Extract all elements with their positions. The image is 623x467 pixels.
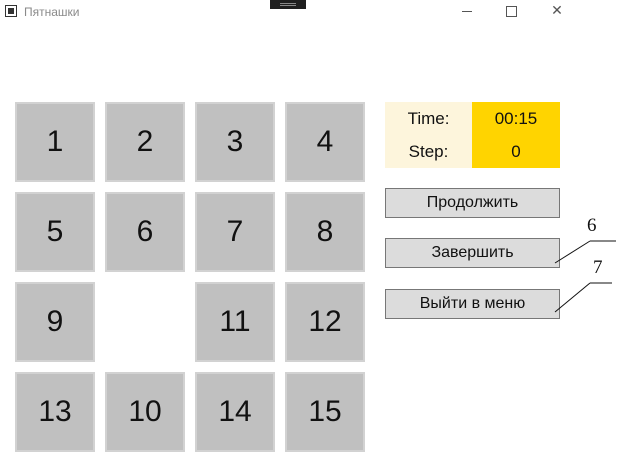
window-title: Пятнашки bbox=[24, 5, 80, 19]
maximize-icon bbox=[505, 5, 517, 17]
puzzle-tile[interactable]: 1 bbox=[15, 102, 95, 182]
puzzle-tile[interactable]: 10 bbox=[105, 372, 185, 452]
puzzle-tile[interactable]: 9 bbox=[15, 282, 95, 362]
step-label: Step: bbox=[385, 135, 472, 168]
puzzle-tile[interactable]: 3 bbox=[195, 102, 275, 182]
puzzle-tile[interactable]: 6 bbox=[105, 192, 185, 272]
continue-button[interactable]: Продолжить bbox=[385, 188, 560, 218]
info-panel: Time: 00:15 Step: 0 bbox=[385, 102, 560, 168]
empty-cell[interactable] bbox=[105, 282, 185, 362]
app-icon bbox=[5, 5, 17, 17]
close-icon: ✕ bbox=[551, 3, 563, 19]
title-bar: Пятнашки ✕ bbox=[0, 0, 623, 24]
time-label: Time: bbox=[385, 102, 472, 135]
puzzle-tile[interactable]: 15 bbox=[285, 372, 365, 452]
puzzle-tile[interactable]: 5 bbox=[15, 192, 95, 272]
puzzle-tile[interactable]: 2 bbox=[105, 102, 185, 182]
puzzle-tile[interactable]: 11 bbox=[195, 282, 275, 362]
drag-handle[interactable] bbox=[270, 0, 306, 9]
puzzle-tile[interactable]: 4 bbox=[285, 102, 365, 182]
puzzle-tile[interactable]: 14 bbox=[195, 372, 275, 452]
callout-number-6: 6 bbox=[587, 215, 597, 236]
puzzle-tile[interactable]: 8 bbox=[285, 192, 365, 272]
puzzle-tile[interactable]: 13 bbox=[15, 372, 95, 452]
step-value: 0 bbox=[472, 135, 560, 168]
minimize-button[interactable] bbox=[447, 0, 487, 22]
maximize-button[interactable] bbox=[491, 0, 531, 22]
minimize-icon bbox=[462, 10, 472, 12]
time-value: 00:15 bbox=[472, 102, 560, 135]
exit-menu-button[interactable]: Выйти в меню bbox=[385, 289, 560, 319]
close-button[interactable]: ✕ bbox=[537, 0, 577, 22]
finish-button[interactable]: Завершить bbox=[385, 238, 560, 268]
callout-number-7: 7 bbox=[593, 257, 603, 278]
puzzle-tile[interactable]: 12 bbox=[285, 282, 365, 362]
puzzle-tile[interactable]: 7 bbox=[195, 192, 275, 272]
